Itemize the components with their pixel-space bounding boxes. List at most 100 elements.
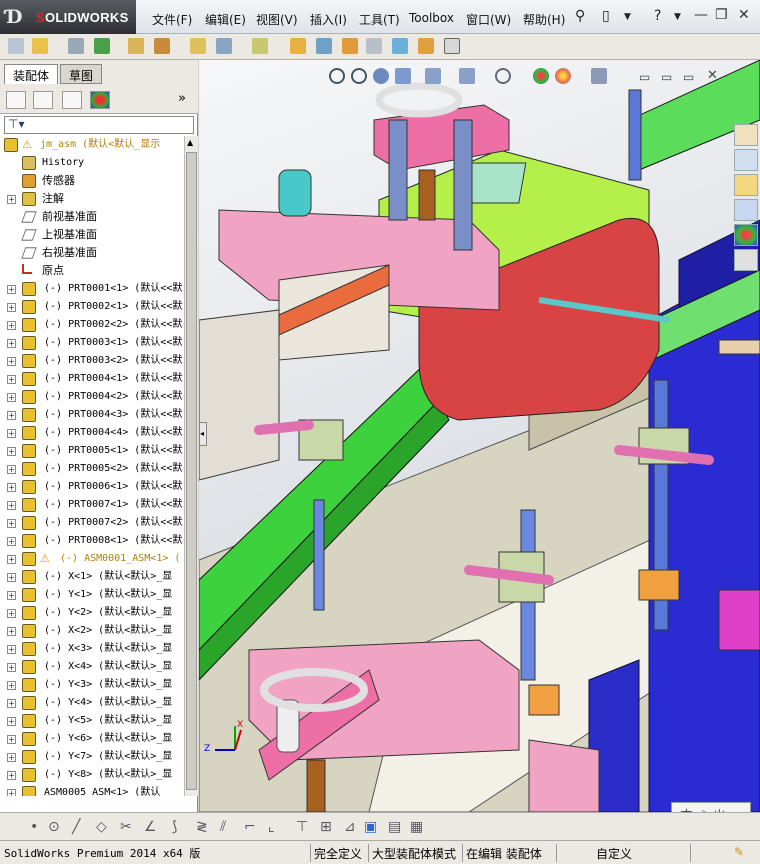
expand-toggle-icon[interactable]: +: [7, 663, 16, 672]
restore-icon[interactable]: ❐: [715, 7, 728, 23]
tree-item[interactable]: + (-) PRT0005<1> (默认<<默: [0, 442, 184, 460]
offset-icon[interactable]: ≷: [196, 819, 208, 835]
expand-toggle-icon[interactable]: +: [7, 555, 16, 564]
expand-toggle-icon[interactable]: +: [7, 573, 16, 582]
expand-toggle-icon[interactable]: +: [7, 717, 16, 726]
ime-indicator[interactable]: 中 ☽ ㄓ: [671, 802, 751, 812]
filter-bar[interactable]: ⊤▾: [4, 116, 194, 134]
help-dropdown-icon[interactable]: ▼: [674, 12, 681, 22]
expand-toggle-icon[interactable]: +: [7, 501, 16, 510]
tree-item[interactable]: 传感器: [0, 172, 184, 190]
mate-icon[interactable]: [94, 38, 110, 54]
tree-item[interactable]: 右视基准面: [0, 244, 184, 262]
scroll-up-icon[interactable]: ▲: [187, 138, 193, 147]
property-manager-icon[interactable]: [33, 91, 53, 109]
expand-toggle-icon[interactable]: +: [7, 357, 16, 366]
expand-toggle-icon[interactable]: +: [7, 609, 16, 618]
tree-item[interactable]: + (-) Y<1> (默认<默认>_显: [0, 586, 184, 604]
mass-properties-icon[interactable]: [418, 38, 434, 54]
circle-icon[interactable]: ⊙: [48, 819, 60, 835]
convert-entities-icon[interactable]: ⟆: [172, 819, 177, 835]
tree-item[interactable]: + (-) PRT0004<4> (默认<<默: [0, 424, 184, 442]
expand-icon[interactable]: »: [178, 91, 186, 106]
pattern-icon[interactable]: [154, 38, 170, 54]
tree-item[interactable]: + (-) Y<3> (默认<默认>_显: [0, 676, 184, 694]
chamfer-icon[interactable]: ⌞: [268, 819, 275, 835]
tree-item[interactable]: 上视基准面: [0, 226, 184, 244]
chevron-down-icon[interactable]: ▼: [624, 12, 631, 22]
view-cube-icon[interactable]: ▣: [364, 819, 377, 835]
units-custom[interactable]: 自定义: [596, 845, 632, 862]
expand-toggle-icon[interactable]: +: [7, 645, 16, 654]
tree-item[interactable]: + (-) Y<4> (默认<默认>_显: [0, 694, 184, 712]
zoom-to-area-icon[interactable]: [351, 68, 367, 84]
paperclip-icon[interactable]: [68, 38, 84, 54]
tree-item[interactable]: + (-) X<3> (默认<默认>_显: [0, 640, 184, 658]
tree-item[interactable]: + (-) Y<7> (默认<默认>_显: [0, 748, 184, 766]
menu-file[interactable]: 文件(F): [152, 11, 192, 28]
tree-root[interactable]: ⚠ jm_asm (默认<默认_显示: [0, 136, 184, 154]
options-icon[interactable]: [444, 38, 460, 54]
trim-icon[interactable]: ✂: [120, 819, 132, 835]
maximize-window-icon[interactable]: ▭: [683, 70, 694, 84]
apply-scene-icon[interactable]: [555, 68, 571, 84]
tree-item[interactable]: + (-) PRT0008<1> (默认<<默: [0, 532, 184, 550]
tree-item[interactable]: + (-) PRT0002<2> (默认<<默: [0, 316, 184, 334]
tree-item[interactable]: + (-) PRT0006<1> (默认<<默: [0, 478, 184, 496]
tree-item[interactable]: History: [0, 154, 184, 172]
expand-toggle-icon[interactable]: +: [7, 285, 16, 294]
new-document-icon[interactable]: ▯: [602, 8, 610, 24]
reference-geometry-icon[interactable]: [342, 38, 358, 54]
configuration-manager-icon[interactable]: [62, 91, 82, 109]
assembly-model[interactable]: [199, 60, 760, 812]
expand-toggle-icon[interactable]: +: [7, 429, 16, 438]
zoom-to-fit-icon[interactable]: [329, 68, 345, 84]
expand-toggle-icon[interactable]: +: [7, 537, 16, 546]
new-icon[interactable]: [8, 38, 24, 54]
measure-icon[interactable]: [392, 38, 408, 54]
tree-item[interactable]: + (-) PRT0002<1> (默认<<默: [0, 298, 184, 316]
expand-toggle-icon[interactable]: +: [7, 627, 16, 636]
tree-scrollbar[interactable]: ▲: [184, 136, 198, 796]
tree-item[interactable]: + (-) Y<5> (默认<默认>_显: [0, 712, 184, 730]
tree-item[interactable]: + (-) Y<2> (默认<默认>_显: [0, 604, 184, 622]
open-icon[interactable]: [32, 38, 48, 54]
section-view-icon[interactable]: [395, 68, 411, 84]
point-icon[interactable]: •: [30, 819, 38, 835]
menu-view[interactable]: 视图(V): [256, 11, 298, 28]
tree-item[interactable]: + (-) PRT0003<2> (默认<<默: [0, 352, 184, 370]
tree-item[interactable]: + (-) PRT0004<2> (默认<<默: [0, 388, 184, 406]
expand-toggle-icon[interactable]: +: [7, 771, 16, 780]
panel-collapse-handle[interactable]: ◂: [199, 422, 207, 446]
menu-help[interactable]: 帮助(H): [523, 11, 565, 28]
expand-toggle-icon[interactable]: +: [7, 681, 16, 690]
tree-item[interactable]: + ASM0005_ASM<1> (默认: [0, 784, 184, 796]
polygon-icon[interactable]: ◇: [96, 819, 107, 835]
mirror-icon[interactable]: ⫽: [220, 819, 226, 835]
explode-view-icon[interactable]: [316, 38, 332, 54]
restore-window-icon[interactable]: ▭: [661, 70, 672, 84]
display-style-icon[interactable]: [459, 68, 475, 84]
solidworks-logo[interactable]: Ɗ SOLIDWORKS: [0, 0, 136, 34]
expand-toggle-icon[interactable]: +: [7, 483, 16, 492]
solidworks-resources-icon[interactable]: [734, 124, 758, 146]
tile-window-icon[interactable]: ▭: [639, 70, 650, 84]
assembly-feature-icon[interactable]: [190, 38, 206, 54]
feature-manager-icon[interactable]: [6, 91, 26, 109]
expand-toggle-icon[interactable]: +: [7, 303, 16, 312]
display-manager-icon[interactable]: [90, 91, 110, 109]
view-palette-icon[interactable]: [734, 199, 758, 221]
move-component-icon[interactable]: [216, 38, 232, 54]
tab-sketch[interactable]: 草图: [60, 64, 103, 84]
tree-item[interactable]: + (-) PRT0007<1> (默认<<默: [0, 496, 184, 514]
menu-edit[interactable]: 编辑(E): [205, 11, 246, 28]
tree-item[interactable]: + (-) PRT0003<1> (默认<<默: [0, 334, 184, 352]
smart-fasteners-icon[interactable]: [252, 38, 268, 54]
expand-toggle-icon[interactable]: +: [7, 519, 16, 528]
file-explorer-icon[interactable]: [734, 174, 758, 196]
expand-toggle-icon[interactable]: +: [7, 447, 16, 456]
menu-tools[interactable]: 工具(T): [359, 11, 400, 28]
tab-assembly[interactable]: 装配体: [4, 64, 59, 84]
component-icon[interactable]: [128, 38, 144, 54]
close-document-icon[interactable]: ✕: [707, 68, 718, 83]
